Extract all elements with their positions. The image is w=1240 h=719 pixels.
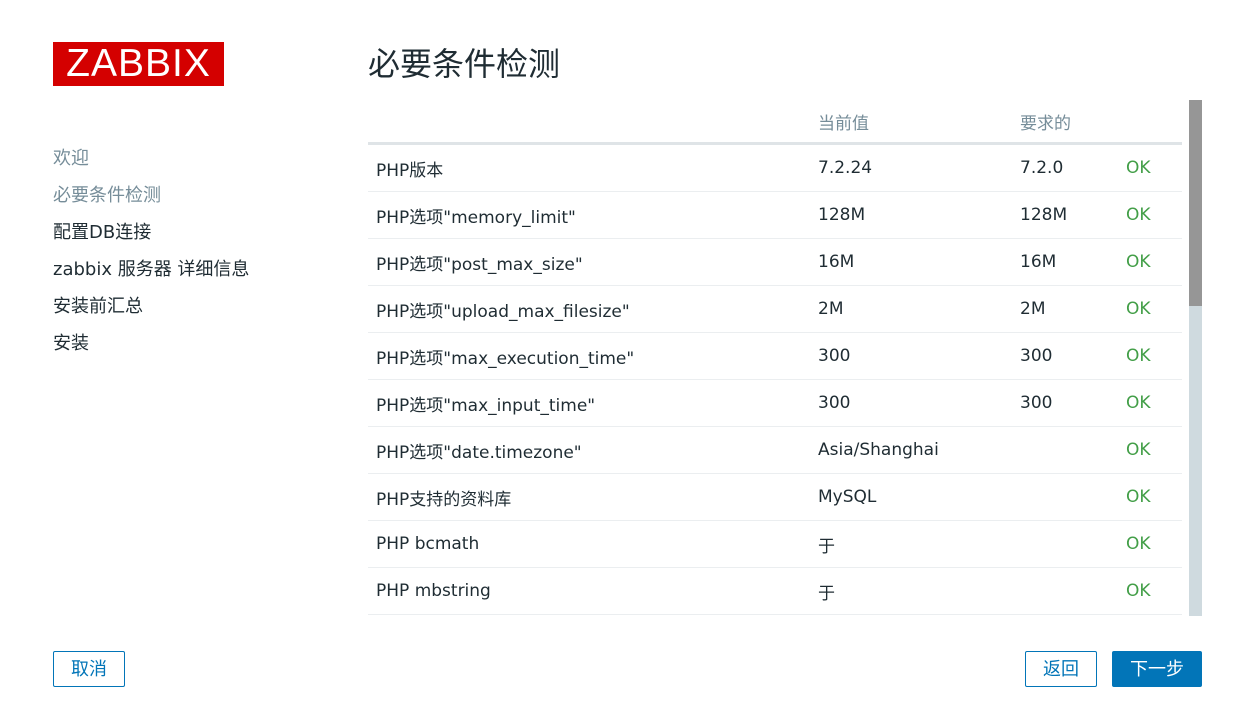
- header-name: [368, 100, 818, 145]
- header-required: 要求的: [1020, 100, 1126, 145]
- row-status: OK: [1126, 567, 1182, 615]
- row-current-value: 于: [818, 567, 1020, 615]
- step-db-connection: 配置DB连接: [53, 222, 152, 243]
- row-current-value: 16M: [818, 238, 1020, 286]
- row-status: OK: [1126, 426, 1182, 474]
- row-current-value: MySQL: [818, 473, 1020, 521]
- header-current-value: 当前值: [818, 100, 1020, 145]
- row-name: PHP选项"max_input_time": [368, 379, 818, 427]
- step-install: 安装: [53, 333, 89, 354]
- row-name: PHP选项"memory_limit": [368, 191, 818, 239]
- table-row: PHP mbstring 于 OK: [368, 567, 1182, 615]
- row-current-value: 于: [818, 520, 1020, 568]
- row-required-value: 300: [1020, 332, 1126, 380]
- logo-text: ZABBIX: [66, 42, 211, 85]
- row-status: OK: [1126, 332, 1182, 380]
- row-required-value: [1020, 567, 1126, 615]
- table-row: PHP选项"max_execution_time" 300 300 OK: [368, 332, 1182, 380]
- table-row: PHP选项"max_input_time" 300 300 OK: [368, 379, 1182, 427]
- row-current-value: 7.2.24: [818, 143, 1020, 192]
- table-row: PHP支持的资料库 MySQL OK: [368, 473, 1182, 521]
- row-required-value: [1020, 473, 1126, 521]
- row-name: PHP选项"date.timezone": [368, 426, 818, 474]
- row-required-value: 2M: [1020, 285, 1126, 333]
- table-row: PHP选项"date.timezone" Asia/Shanghai OK: [368, 426, 1182, 474]
- row-status: OK: [1126, 191, 1182, 239]
- table-scrollbar[interactable]: [1189, 100, 1202, 616]
- next-step-button[interactable]: 下一步: [1112, 651, 1202, 687]
- row-required-value: [1020, 520, 1126, 568]
- row-current-value: 2M: [818, 285, 1020, 333]
- row-name: PHP版本: [368, 143, 818, 192]
- table-row: PHP选项"upload_max_filesize" 2M 2M OK: [368, 285, 1182, 333]
- row-required-value: [1020, 426, 1126, 474]
- row-name: PHP mbstring: [368, 567, 818, 615]
- row-status: OK: [1126, 520, 1182, 568]
- row-status: OK: [1126, 379, 1182, 427]
- prerequisites-table: 当前值 要求的 PHP版本 7.2.24 7.2.0 OK PHP选项"memo…: [368, 100, 1182, 615]
- step-server-details: zabbix 服务器 详细信息: [53, 259, 250, 280]
- page-title: 必要条件检测: [368, 45, 561, 83]
- step-pre-install-summary: 安装前汇总: [53, 296, 143, 317]
- row-required-value: 7.2.0: [1020, 143, 1126, 192]
- row-name: PHP bcmath: [368, 520, 818, 568]
- table-row: PHP版本 7.2.24 7.2.0 OK: [368, 143, 1182, 192]
- row-current-value: 128M: [818, 191, 1020, 239]
- zabbix-logo: ZABBIX: [53, 42, 224, 86]
- row-current-value: 300: [818, 379, 1020, 427]
- row-current-value: Asia/Shanghai: [818, 426, 1020, 474]
- row-name: PHP选项"max_execution_time": [368, 332, 818, 380]
- row-status: OK: [1126, 285, 1182, 333]
- table-header-row: 当前值 要求的: [368, 100, 1182, 145]
- row-name: PHP选项"upload_max_filesize": [368, 285, 818, 333]
- step-welcome: 欢迎: [53, 148, 89, 169]
- table-row: PHP选项"post_max_size" 16M 16M OK: [368, 238, 1182, 286]
- row-current-value: 300: [818, 332, 1020, 380]
- row-status: OK: [1126, 143, 1182, 192]
- table-row: PHP选项"memory_limit" 128M 128M OK: [368, 191, 1182, 239]
- row-name: PHP支持的资料库: [368, 473, 818, 521]
- prerequisites-table-container[interactable]: 当前值 要求的 PHP版本 7.2.24 7.2.0 OK PHP选项"memo…: [368, 100, 1182, 616]
- header-status: [1126, 100, 1182, 145]
- scrollbar-thumb[interactable]: [1189, 100, 1202, 306]
- back-button[interactable]: 返回: [1025, 651, 1097, 687]
- cancel-button[interactable]: 取消: [53, 651, 125, 687]
- row-name: PHP选项"post_max_size": [368, 238, 818, 286]
- table-row: PHP bcmath 于 OK: [368, 520, 1182, 568]
- step-prerequisites: 必要条件检测: [53, 185, 161, 206]
- row-status: OK: [1126, 473, 1182, 521]
- row-required-value: 300: [1020, 379, 1126, 427]
- setup-steps-nav: 欢迎 必要条件检测 配置DB连接 zabbix 服务器 详细信息 安装前汇总 安…: [53, 140, 249, 362]
- row-required-value: 16M: [1020, 238, 1126, 286]
- row-status: OK: [1126, 238, 1182, 286]
- row-required-value: 128M: [1020, 191, 1126, 239]
